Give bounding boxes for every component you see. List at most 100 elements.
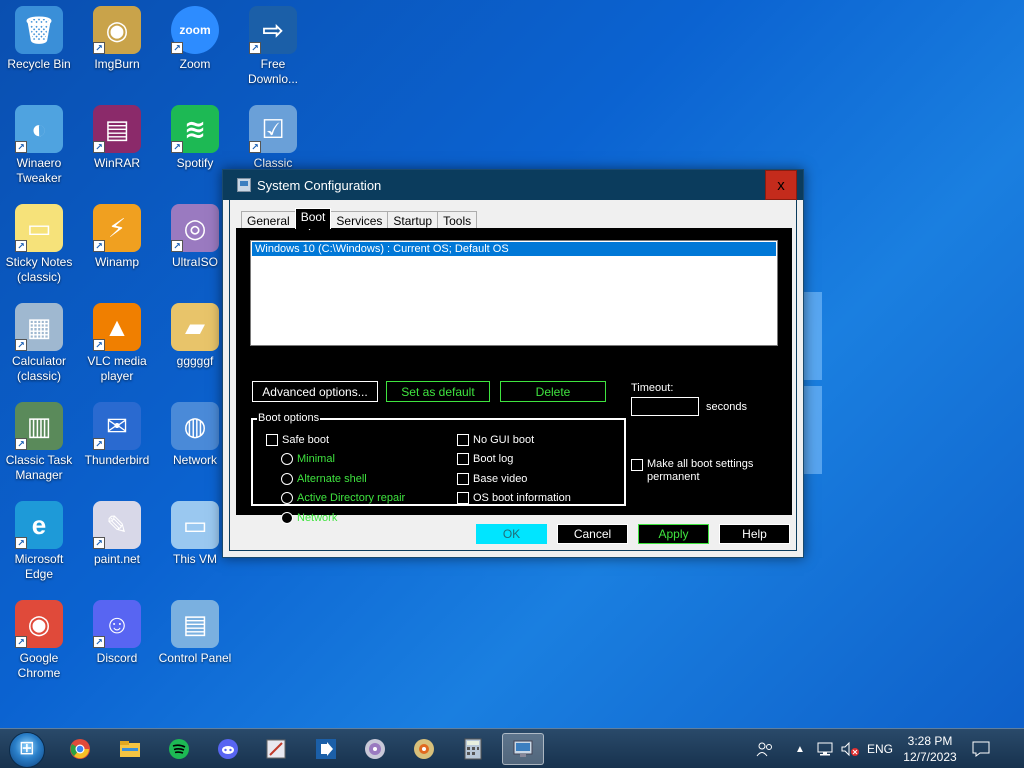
desktop-icon-free-downlo[interactable]: ⇨ ↗ Free Downlo... <box>234 6 312 87</box>
free-download-taskbar-button[interactable] <box>308 733 344 765</box>
title-bar[interactable]: System Configuration x <box>223 170 803 200</box>
tab-boot[interactable]: Boot <box>294 208 332 229</box>
desktop-app-icon: ▤ <box>171 600 219 648</box>
checkbox-box <box>457 492 469 504</box>
make-permanent-checkbox[interactable]: Make all boot settings permanent <box>631 458 771 484</box>
desktop-icon-spotify[interactable]: ≋ ↗ Spotify <box>156 105 234 171</box>
tab-services[interactable]: Services <box>330 211 389 229</box>
system-configuration-taskbar-button[interactable] <box>502 733 544 765</box>
network-tray-icon[interactable] <box>816 729 834 768</box>
base-video-checkbox[interactable]: Base video <box>457 473 527 485</box>
desktop-app-icon: ◎ ↗ <box>171 204 219 252</box>
timeout-input[interactable] <box>631 397 699 416</box>
desktop-icon-google-chrome[interactable]: ◉ ↗ Google Chrome <box>0 600 78 681</box>
desktop-icon-imgburn[interactable]: ◉ ↗ ImgBurn <box>78 6 156 72</box>
tab-general[interactable]: General <box>241 211 296 229</box>
shortcut-arrow-icon: ↗ <box>15 438 27 450</box>
active-directory-repair-label: Active Directory repair <box>297 492 406 504</box>
radio-circle <box>281 492 293 504</box>
desktop-app-icon: ▦ ↗ <box>15 303 63 351</box>
os-list[interactable]: Windows 10 (C:\Windows) : Current OS; De… <box>250 240 778 346</box>
desktop-icon-vlc-media-player[interactable]: ▲ ↗ VLC media player <box>78 303 156 384</box>
desktop-icon-sticky-notes-classic[interactable]: ▭ ↗ Sticky Notes (classic) <box>0 204 78 285</box>
desktop-icon-label: Winaero Tweaker <box>16 156 62 185</box>
start-button[interactable] <box>9 732 45 768</box>
desktop-icon-label: paint.net <box>93 552 141 566</box>
desktop-icon-discord[interactable]: ☺ ↗ Discord <box>78 600 156 666</box>
desktop-app-icon: ⇨ ↗ <box>249 6 297 54</box>
os-list-item[interactable]: Windows 10 (C:\Windows) : Current OS; De… <box>252 242 776 256</box>
spotify-taskbar-button[interactable] <box>161 733 197 765</box>
desktop-app-icon: ◍ <box>171 402 219 450</box>
calculator-taskbar-button[interactable] <box>455 733 491 765</box>
shortcut-arrow-icon: ↗ <box>15 339 27 351</box>
tab-tools[interactable]: Tools <box>437 211 478 229</box>
shortcut-arrow-icon: ↗ <box>93 240 105 252</box>
shortcut-arrow-icon: ↗ <box>249 141 261 153</box>
help-button[interactable]: Help <box>719 524 790 544</box>
desktop-icon-winrar[interactable]: ▤ ↗ WinRAR <box>78 105 156 171</box>
desktop-icon-thunderbird[interactable]: ✉ ↗ Thunderbird <box>78 402 156 468</box>
clock[interactable]: 3:28 PM 12/7/2023 <box>898 733 962 765</box>
close-button[interactable]: x <box>765 170 797 200</box>
action-center-button[interactable] <box>972 729 990 768</box>
desktop-icon-paint-net[interactable]: ✎ ↗ paint.net <box>78 501 156 567</box>
radio-circle <box>281 473 293 485</box>
checkbox-box <box>457 434 469 446</box>
minimal-radio[interactable]: Minimal <box>281 453 335 465</box>
no-gui-boot-checkbox[interactable]: No GUI boot <box>457 434 534 446</box>
window-frame: General Boot Services Startup Tools Wind… <box>229 200 797 551</box>
desktop-icon-classic-task-manager[interactable]: ▥ ↗ Classic Task Manager <box>0 402 78 483</box>
shortcut-arrow-icon: ↗ <box>15 141 27 153</box>
checkbox-box <box>457 473 469 485</box>
delete-button[interactable]: Delete <box>500 381 606 402</box>
tab-strip: General Boot Services Startup Tools <box>241 208 478 229</box>
boot-log-label: Boot log <box>473 453 514 465</box>
desktop-icon-control-panel[interactable]: ▤ Control Panel <box>156 600 234 666</box>
free-download-icon <box>316 739 336 759</box>
safe-boot-checkbox[interactable]: Safe boot <box>266 434 329 446</box>
desktop-icon-microsoft-edge[interactable]: e ↗ Microsoft Edge <box>0 501 78 582</box>
system-configuration-icon <box>513 740 533 757</box>
alternate-shell-radio[interactable]: Alternate shell <box>281 473 367 485</box>
advanced-options-button[interactable]: Advanced options... <box>252 381 378 402</box>
desktop-icon-classic[interactable]: ☑ ↗ Classic <box>234 105 312 171</box>
chrome-taskbar-button[interactable] <box>62 733 98 765</box>
people-icon[interactable] <box>756 729 774 768</box>
people-icon <box>756 742 772 757</box>
desktop-icon-label: Zoom <box>179 57 211 71</box>
desktop-icon-calculator-classic[interactable]: ▦ ↗ Calculator (classic) <box>0 303 78 384</box>
speaker-muted-icon <box>841 741 859 757</box>
shortcut-arrow-icon: ↗ <box>93 339 105 351</box>
show-hidden-icons-chevron-icon[interactable]: ▲ <box>795 729 805 768</box>
desktop-icon-label: WinRAR <box>93 156 140 170</box>
discord-taskbar-button[interactable] <box>210 733 246 765</box>
desktop-app-icon: ▲ ↗ <box>93 303 141 351</box>
tab-startup[interactable]: Startup <box>387 211 439 229</box>
desktop-icon-winamp[interactable]: ⚡ ↗ Winamp <box>78 204 156 270</box>
apply-button[interactable]: Apply <box>638 524 709 544</box>
cancel-button[interactable]: Cancel <box>557 524 628 544</box>
paint-net-taskbar-button[interactable] <box>258 733 294 765</box>
os-boot-information-checkbox[interactable]: OS boot information <box>457 492 571 504</box>
volume-muted-icon[interactable] <box>840 729 860 768</box>
language-indicator[interactable]: ENG <box>867 729 893 768</box>
desktop-app-icon: zoom ↗ <box>171 6 219 54</box>
imgburn-icon <box>414 739 434 759</box>
ok-button[interactable]: OK <box>476 524 547 544</box>
network-radio[interactable]: Network <box>281 512 337 524</box>
desktop-icon-zoom[interactable]: zoom ↗ Zoom <box>156 6 234 72</box>
desktop-icon-recycle-bin[interactable]: 🗑 Recycle Bin <box>0 6 78 72</box>
active-directory-repair-radio[interactable]: Active Directory repair <box>281 492 405 504</box>
desktop-app-icon: ◐ ↗ <box>15 105 63 153</box>
desktop-icon-winaero-tweaker[interactable]: ◐ ↗ Winaero Tweaker <box>0 105 78 186</box>
clock-date: 12/7/2023 <box>903 750 957 764</box>
no-gui-boot-label: No GUI boot <box>473 434 535 446</box>
set-as-default-button[interactable]: Set as default <box>386 381 490 402</box>
boot-log-checkbox[interactable]: Boot log <box>457 453 513 465</box>
ultraiso-taskbar-button[interactable] <box>357 733 393 765</box>
imgburn-taskbar-button[interactable] <box>406 733 442 765</box>
shortcut-arrow-icon: ↗ <box>171 141 183 153</box>
file-explorer-taskbar-button[interactable] <box>112 733 148 765</box>
make-permanent-label: Make all boot settings permanent <box>647 458 754 483</box>
